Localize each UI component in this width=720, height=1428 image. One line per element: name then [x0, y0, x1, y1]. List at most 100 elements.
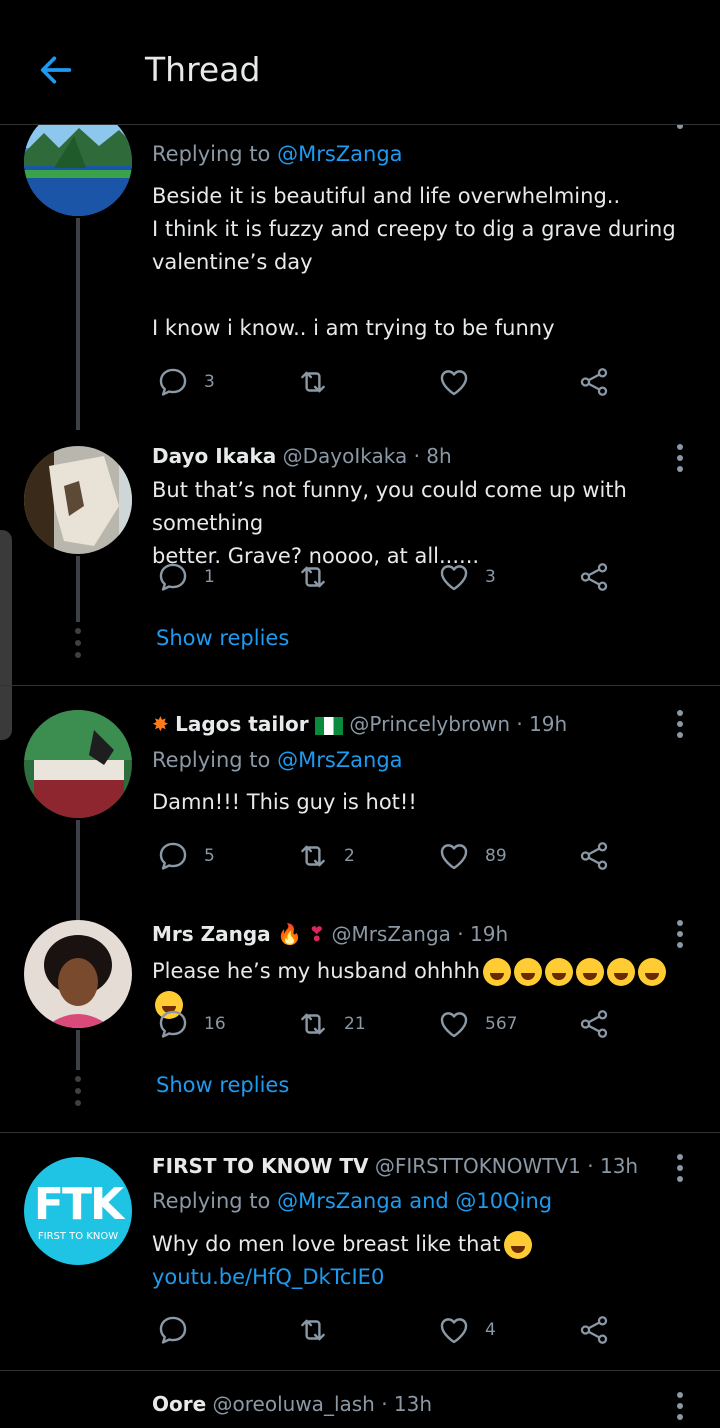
- avatar[interactable]: [24, 446, 132, 554]
- reply-icon: [156, 1313, 190, 1347]
- retweet-button[interactable]: 2: [296, 836, 355, 876]
- avatar[interactable]: FTK FIRST TO KNOW: [24, 1157, 132, 1265]
- share-icon: [577, 1313, 611, 1347]
- more-icon[interactable]: [670, 1392, 690, 1422]
- handle: @MrsZanga · 19h: [331, 922, 509, 946]
- replying-to: Replying to @MrsZanga: [152, 748, 403, 772]
- edge-panel-handle[interactable]: [0, 530, 12, 740]
- share-button[interactable]: [577, 557, 611, 597]
- boom-emoji-icon: ✸: [152, 712, 169, 736]
- reply-button[interactable]: 16: [156, 1004, 226, 1044]
- display-name[interactable]: FIRST TO KNOW TV: [152, 1154, 369, 1178]
- mention-link[interactable]: @MrsZanga: [277, 142, 402, 166]
- like-button[interactable]: 3: [437, 557, 496, 597]
- page-title: Thread: [145, 50, 261, 89]
- thread-dots: [74, 1076, 82, 1112]
- share-icon: [577, 560, 611, 594]
- nigeria-flag-icon: [315, 716, 344, 735]
- laughing-emoji-icon: [503, 1231, 532, 1259]
- tweet-text: Why do men love breast like that youtu.b…: [152, 1228, 697, 1294]
- divider: [0, 1370, 720, 1371]
- tweet-text: Beside it is beautiful and life overwhel…: [152, 184, 676, 340]
- like-icon: [437, 365, 471, 399]
- share-icon: [577, 839, 611, 873]
- mention-link[interactable]: @MrsZanga and @10Qing: [277, 1189, 552, 1213]
- fire-emoji-icon: 🔥: [277, 922, 302, 946]
- avatar-logo-subtext: FIRST TO KNOW: [37, 1231, 119, 1242]
- tweet-actions: 5 2 89: [152, 836, 632, 876]
- display-name[interactable]: Lagos tailor: [175, 712, 309, 736]
- like-icon: [437, 1313, 471, 1347]
- top-app-bar: Thread: [0, 0, 720, 125]
- reply-icon: [156, 839, 190, 873]
- like-icon: [437, 1007, 471, 1041]
- like-button[interactable]: 89: [437, 836, 507, 876]
- share-icon: [577, 365, 611, 399]
- tweet-header: Mrs Zanga 🔥 ❣ @MrsZanga · 19h: [152, 922, 508, 946]
- reply-button[interactable]: 5: [156, 836, 215, 876]
- tweet-header: FIRST TO KNOW TV @FIRSTTOKNOWTV1 · 13h: [152, 1154, 638, 1178]
- handle: @DayoIkaka · 8h: [282, 444, 452, 468]
- thread-line: [76, 556, 80, 622]
- like-button[interactable]: 4: [437, 1310, 496, 1350]
- tweet-actions: 3: [152, 362, 632, 402]
- replying-to: Replying to @MrsZanga: [152, 142, 403, 166]
- like-button[interactable]: [437, 362, 485, 402]
- share-button[interactable]: [577, 362, 611, 402]
- thread-line: [76, 218, 80, 430]
- retweet-icon: [296, 560, 330, 594]
- avatar-logo-text: FTK: [33, 1179, 124, 1230]
- handle: @FIRSTTOKNOWTV1 · 13h: [374, 1154, 639, 1178]
- tweet-actions: 16 21 567: [152, 1004, 632, 1044]
- like-icon: [437, 560, 471, 594]
- heart-exclamation-icon: ❣: [308, 922, 326, 946]
- tweet-header: ✸ Lagos tailor @Princelybrown · 19h: [152, 712, 567, 736]
- more-icon[interactable]: [670, 444, 690, 474]
- retweet-button[interactable]: [296, 362, 344, 402]
- more-icon[interactable]: [670, 1154, 690, 1184]
- share-button[interactable]: [577, 1004, 611, 1044]
- replying-to: Replying to @MrsZanga and @10Qing: [152, 1189, 553, 1213]
- display-name[interactable]: Oore: [152, 1392, 206, 1416]
- reply-button[interactable]: 3: [156, 362, 215, 402]
- handle: @Princelybrown · 19h: [349, 712, 568, 736]
- display-name[interactable]: Dayo Ikaka: [152, 444, 276, 468]
- thread-line: [76, 820, 80, 920]
- retweet-icon: [296, 365, 330, 399]
- retweet-icon: [296, 1007, 330, 1041]
- back-button[interactable]: [36, 50, 76, 90]
- avatar[interactable]: [24, 920, 132, 1028]
- back-arrow-icon: [40, 56, 72, 84]
- retweet-icon: [296, 1313, 330, 1347]
- share-button[interactable]: [577, 836, 611, 876]
- retweet-button[interactable]: [296, 557, 344, 597]
- tweet-actions: 4: [152, 1310, 632, 1350]
- like-button[interactable]: 567: [437, 1004, 517, 1044]
- reply-icon: [156, 560, 190, 594]
- retweet-button[interactable]: 21: [296, 1004, 366, 1044]
- tweet-actions: 1 3: [152, 557, 632, 597]
- reply-icon: [156, 365, 190, 399]
- show-replies-link[interactable]: Show replies: [156, 1073, 289, 1097]
- more-icon[interactable]: [670, 920, 690, 950]
- tweet-header: Oore @oreoluwa_lash · 13h: [152, 1392, 432, 1416]
- avatar[interactable]: [24, 710, 132, 818]
- more-icon[interactable]: [670, 710, 690, 740]
- reply-button[interactable]: 1: [156, 557, 215, 597]
- divider: [0, 1132, 720, 1133]
- like-icon: [437, 839, 471, 873]
- share-icon: [577, 1007, 611, 1041]
- divider: [0, 685, 720, 686]
- retweet-icon: [296, 839, 330, 873]
- youtube-link[interactable]: youtu.be/HfQ_DkTcIE0: [152, 1261, 697, 1294]
- display-name[interactable]: Mrs Zanga: [152, 922, 271, 946]
- show-replies-link[interactable]: Show replies: [156, 626, 289, 650]
- share-button[interactable]: [577, 1310, 611, 1350]
- retweet-button[interactable]: [296, 1310, 344, 1350]
- thread-line: [76, 1030, 80, 1070]
- handle: @oreoluwa_lash · 13h: [212, 1392, 433, 1416]
- mention-link[interactable]: @MrsZanga: [277, 748, 402, 772]
- reply-icon: [156, 1007, 190, 1041]
- tweet-header: Dayo Ikaka @DayoIkaka · 8h: [152, 444, 452, 468]
- reply-button[interactable]: [156, 1310, 204, 1350]
